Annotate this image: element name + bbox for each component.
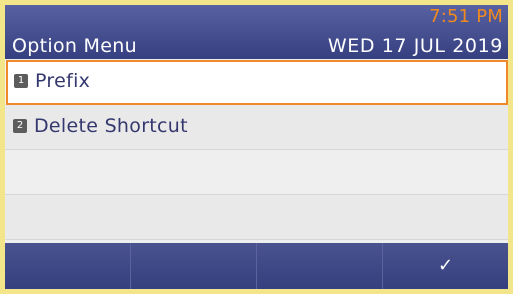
softkey-3[interactable] bbox=[257, 243, 383, 289]
menu-item-number-badge: 1 bbox=[14, 74, 28, 88]
menu-item-label: Delete Shortcut bbox=[34, 115, 188, 137]
confirm-checkmark-softkey[interactable]: ✓ bbox=[383, 243, 508, 289]
menu-item-empty bbox=[5, 195, 508, 240]
clock-date: WED 17 JUL 2019 bbox=[327, 35, 503, 57]
menu-item-number-badge: 2 bbox=[13, 119, 27, 133]
status-header: Option Menu 7:51 PM WED 17 JUL 2019 bbox=[5, 5, 508, 59]
clock-time: 7:51 PM bbox=[429, 6, 503, 27]
page-title: Option Menu bbox=[12, 35, 137, 57]
phone-display: Option Menu 7:51 PM WED 17 JUL 2019 1 Pr… bbox=[5, 5, 508, 289]
menu-item-prefix[interactable]: 1 Prefix bbox=[6, 60, 508, 105]
menu-item-empty bbox=[5, 150, 508, 195]
menu-item-label: Prefix bbox=[35, 70, 91, 92]
softkey-1[interactable] bbox=[5, 243, 131, 289]
softkey-2[interactable] bbox=[131, 243, 257, 289]
softkey-bar: ✓ bbox=[5, 243, 508, 289]
option-menu-list: 1 Prefix 2 Delete Shortcut bbox=[5, 60, 508, 242]
menu-item-delete-shortcut[interactable]: 2 Delete Shortcut bbox=[5, 105, 508, 150]
